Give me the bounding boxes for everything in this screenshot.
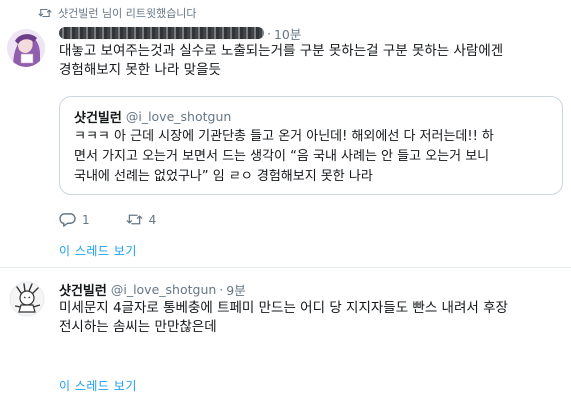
tweet-text-line: 전시하는 솜씨는 만만찮은데 <box>59 319 217 335</box>
reply-button[interactable]: 1 <box>59 212 90 227</box>
tweet-time[interactable]: 9분 <box>226 280 245 299</box>
quoted-text-line: ㅋㅋㅋ 아 근데 시장에 기관단총 들고 온거 아닌데! 해외에선 다 저러는데… <box>74 129 494 144</box>
reply-icon <box>59 213 76 227</box>
quoted-author-handle: @i_love_shotgun <box>125 109 232 124</box>
avatar[interactable] <box>9 281 45 317</box>
view-thread-link[interactable]: 이 스레드 보기 <box>59 242 137 259</box>
view-thread-link[interactable]: 이 스레드 보기 <box>59 377 137 394</box>
tweet-text-line: 미세문지 4글자로 통베충에 트페미 만드는 어디 당 지지자들도 빤스 내려서… <box>59 300 508 316</box>
author-handle[interactable]: @i_love_shotgun <box>111 282 216 297</box>
retweet-context[interactable]: 샷건빌런 님이 리트윗했습니다 <box>38 5 197 21</box>
quoted-author-name: 샷건빌런 <box>74 111 122 126</box>
separator-dot: · <box>267 25 271 41</box>
tweet-text-line: 경험해보지 못한 나라 맞을듯 <box>59 62 221 78</box>
retweet-count: 4 <box>148 212 157 227</box>
avatar-image <box>7 29 45 67</box>
tweet-item[interactable]: 샷건빌런 @i_love_shotgun · 9분 미세문지 4글자로 통베충에… <box>0 268 571 402</box>
quoted-tweet-text: ㅋㅋㅋ 아 근데 시장에 기관단총 들고 온거 아닌데! 해외에선 다 저러는데… <box>74 127 494 187</box>
quoted-tweet-header: 샷건빌런 @i_love_shotgun <box>74 107 231 126</box>
tweet-text-line: 대놓고 보여주는것과 실수로 노출되는거를 구분 못하는걸 구분 못하는 사람에… <box>59 43 504 59</box>
avatar-image <box>9 281 45 317</box>
retweet-icon <box>38 8 52 18</box>
retweet-context-text: 샷건빌런 님이 리트윗했습니다 <box>58 7 197 20</box>
retweet-icon <box>126 214 143 225</box>
tweet-text: 미세문지 4글자로 통베충에 트페미 만드는 어디 당 지지자들도 빤스 내려서… <box>59 299 508 337</box>
tweet-time[interactable]: 10분 <box>274 24 301 43</box>
quoted-tweet[interactable]: 샷건빌런 @i_love_shotgun ㅋㅋㅋ 아 근데 시장에 기관단총 들… <box>59 96 563 195</box>
separator-dot: · <box>219 281 224 297</box>
tweet-header: 샷건빌런 @i_love_shotgun · 9분 <box>59 280 246 299</box>
author-name[interactable]: 샷건빌런 <box>59 280 107 299</box>
avatar[interactable] <box>7 29 45 67</box>
quoted-text-line: 국내에 선례는 없었구나” 임 ㄹㅇ 경험해보지 못한 나라 <box>74 169 373 184</box>
retweet-button[interactable]: 4 <box>126 212 157 227</box>
censored-name <box>59 27 264 39</box>
tweet-item[interactable]: 샷건빌런 님이 리트윗했습니다 · 10분 대놓고 보여주는것과 실수로 노출되… <box>0 0 571 268</box>
reply-count: 1 <box>82 212 90 227</box>
tweet-text: 대놓고 보여주는것과 실수로 노출되는거를 구분 못하는걸 구분 못하는 사람에… <box>59 42 503 80</box>
tweet-actions: 1 4 <box>59 212 192 227</box>
quoted-text-line: 면서 가지고 오는거 보면서 드는 생각이 “음 국내 사례는 안 들고 오는거… <box>74 149 490 164</box>
tweet-header: · 10분 <box>59 24 301 42</box>
